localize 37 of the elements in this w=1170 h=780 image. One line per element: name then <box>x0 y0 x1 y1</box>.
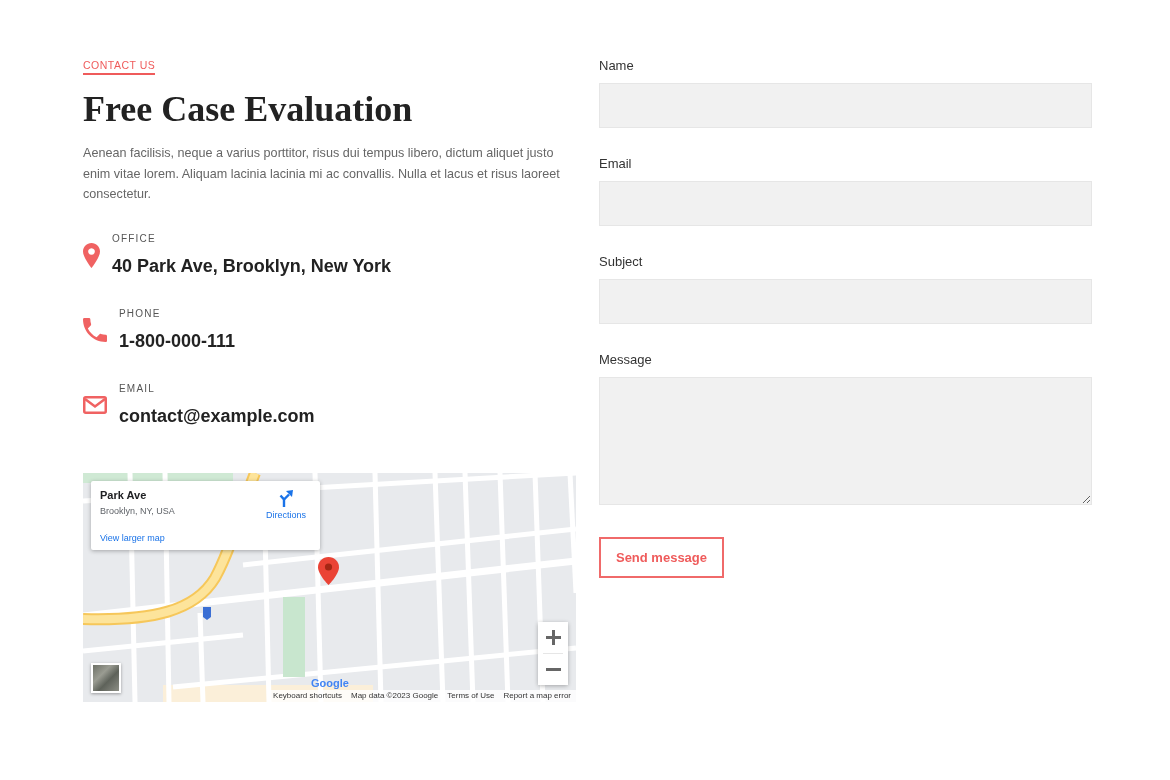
map-footer-link[interactable]: Terms of Use <box>447 689 495 702</box>
field-label: Message <box>599 352 652 368</box>
email-address: contact@example.com <box>119 404 315 428</box>
map-logo: Google <box>311 676 349 690</box>
minus-icon <box>545 667 561 671</box>
route-shield-icon <box>203 606 211 620</box>
map-footer-link[interactable]: Map data ©2023 Google <box>351 689 439 702</box>
map-footer-link[interactable]: Keyboard shortcuts <box>273 689 342 702</box>
phone-number: 1-800-000-111 <box>119 329 236 353</box>
map-footer-link[interactable]: Report a map error <box>503 689 571 702</box>
subject-field[interactable] <box>599 279 1092 324</box>
contact-label: OFFICE <box>112 232 156 245</box>
zoom-in-button[interactable] <box>538 621 568 653</box>
plus-icon <box>545 629 561 645</box>
address-text: 40 Park Ave, Brooklyn, New York <box>112 254 392 278</box>
message-field[interactable] <box>599 377 1092 505</box>
field-label: Name <box>599 58 634 74</box>
contact-label: EMAIL <box>119 382 155 395</box>
phone-icon <box>83 318 107 342</box>
intro-paragraph: Aenean facilisis, neque a varius porttitor, risus dui tempus libero, dictum aliquet justo enim vitae lorem. Aliquam lacinia lacinia mi ac convallis. Nulla et lacus et risus laoreet consectetur. <box>83 145 561 203</box>
view-larger-map-link[interactable]: View larger map <box>100 531 165 544</box>
map-marker-icon <box>318 556 339 585</box>
field-label: Subject <box>599 254 643 270</box>
place-title: Park Ave <box>100 487 147 502</box>
directions-link[interactable]: Directions <box>266 489 306 521</box>
place-address: Brooklyn, NY, USA <box>100 504 175 517</box>
section-label: CONTACT US <box>83 58 156 75</box>
email-field[interactable] <box>599 181 1092 226</box>
envelope-icon <box>83 396 107 414</box>
location-pin-icon <box>83 242 100 268</box>
field-label: Email <box>599 156 632 172</box>
contact-label: PHONE <box>119 307 161 320</box>
zoom-out-button[interactable] <box>538 653 568 685</box>
name-field[interactable] <box>599 83 1092 128</box>
directions-icon <box>279 489 293 507</box>
page-title: Free Case Evaluation <box>83 88 413 131</box>
satellite-view-thumbnail[interactable] <box>91 662 121 693</box>
